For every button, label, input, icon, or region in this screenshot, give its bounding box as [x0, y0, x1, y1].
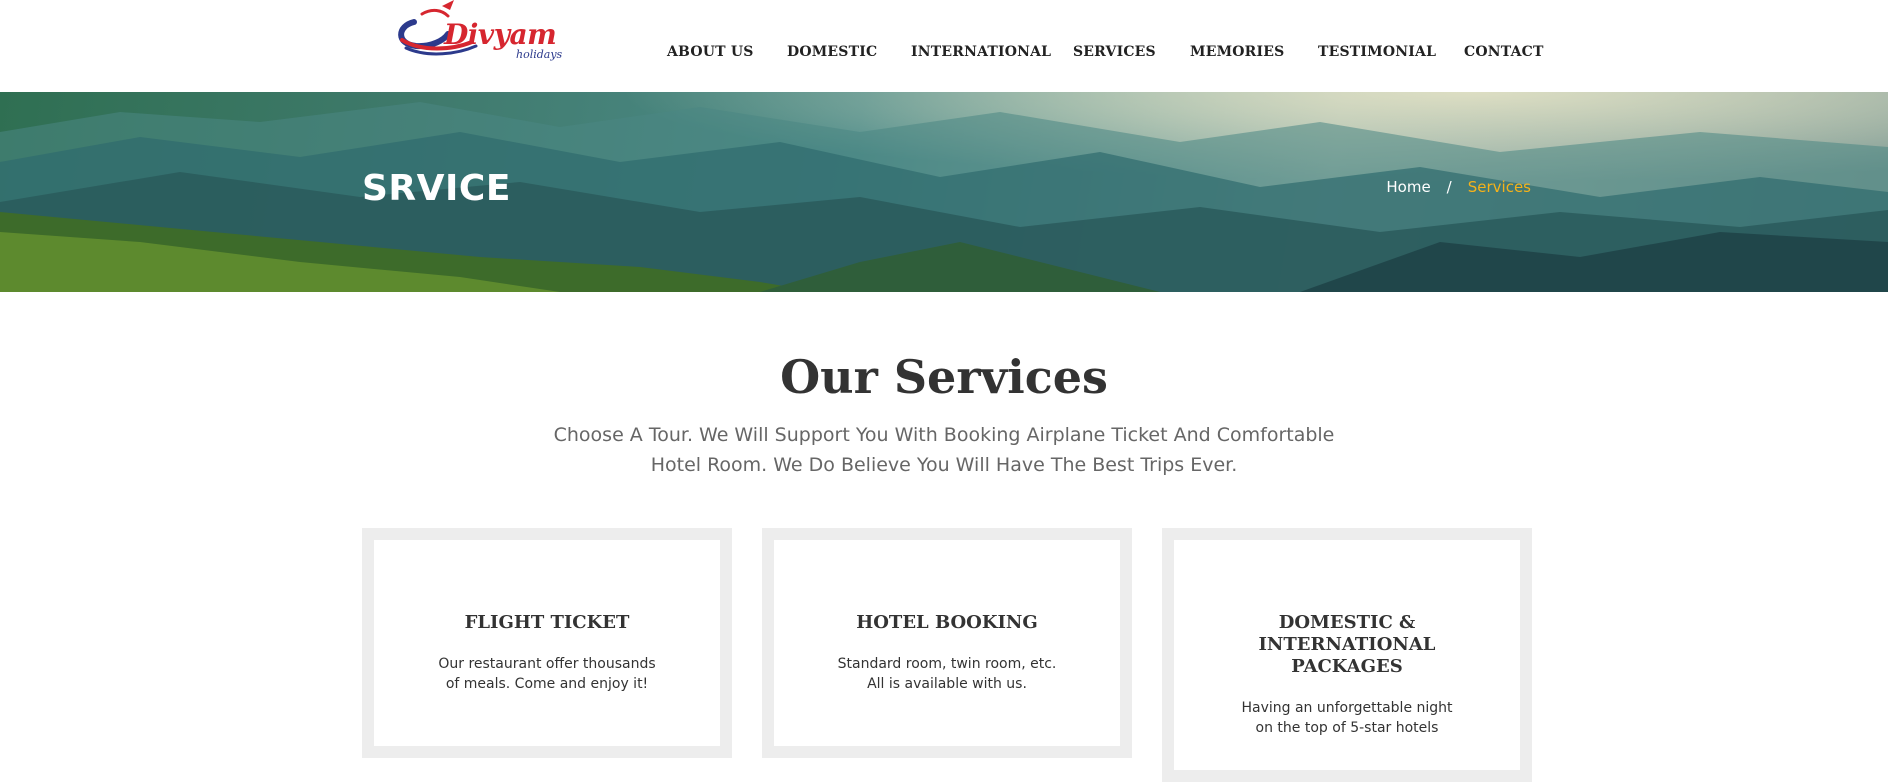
- breadcrumb-separator: /: [1446, 178, 1452, 196]
- main-navigation: ABOUT US DOMESTIC INTERNATIONAL SERVICES…: [0, 44, 1888, 64]
- mountain-landscape-image: [0, 92, 1888, 292]
- nav-international[interactable]: INTERNATIONAL: [911, 44, 1051, 60]
- breadcrumb-home-link[interactable]: Home: [1386, 178, 1430, 196]
- card-text: Our restaurant offer thousands of meals.…: [438, 656, 656, 692]
- nav-domestic[interactable]: DOMESTIC: [787, 44, 877, 60]
- nav-contact[interactable]: CONTACT: [1464, 44, 1544, 60]
- section-description: Choose A Tour. We Will Support You With …: [553, 424, 1335, 476]
- nav-services[interactable]: SERVICES: [1073, 44, 1156, 60]
- card-title: DOMESTIC & INTERNATIONAL PACKAGES: [1258, 612, 1436, 677]
- breadcrumb-current: Services: [1467, 178, 1531, 196]
- nav-about-us[interactable]: ABOUT US: [667, 44, 754, 60]
- card-text: Standard room, twin room, etc. All is av…: [837, 656, 1057, 692]
- site-header: Divyam holidays ABOUT US DOMESTIC INTERN…: [0, 0, 1888, 92]
- service-card-hotel-booking[interactable]: HOTEL BOOKING Standard room, twin room, …: [762, 528, 1132, 758]
- section-title: Our Services: [780, 350, 1108, 404]
- service-card-flight-ticket[interactable]: FLIGHT TICKET Our restaurant offer thous…: [362, 528, 732, 758]
- nav-testimonial[interactable]: TESTIMONIAL: [1318, 44, 1436, 60]
- service-card-packages[interactable]: DOMESTIC & INTERNATIONAL PACKAGES Having…: [1162, 528, 1532, 782]
- card-title: FLIGHT TICKET: [464, 612, 630, 633]
- card-title: HOTEL BOOKING: [856, 612, 1038, 633]
- breadcrumb: Home / Services: [1386, 178, 1531, 196]
- page-title: SRVICE: [362, 168, 511, 209]
- card-text: Having an unforgettable night on the top…: [1241, 700, 1453, 736]
- nav-memories[interactable]: MEMORIES: [1190, 44, 1284, 60]
- page-banner: SRVICE Home / Services: [0, 92, 1888, 292]
